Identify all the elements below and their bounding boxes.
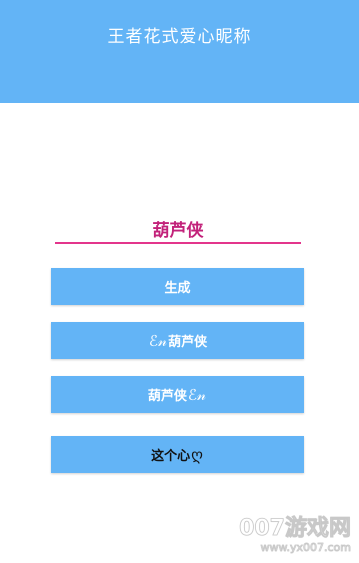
nickname-variant-right-button[interactable]: 葫芦侠 ℰ𝓃	[51, 376, 304, 413]
generate-button[interactable]: 生成	[51, 268, 304, 305]
heart-symbol-button[interactable]: 这个心 ღ	[51, 436, 304, 473]
decoration-left: ℰ𝓃	[148, 331, 168, 350]
watermark: 007游戏网 www.yx007.com	[221, 516, 352, 555]
page-title: 王者花式爱心昵称	[107, 27, 252, 47]
app-screen: 王者花式爱心昵称 生成 ℰ𝓃 葫芦侠 葫芦侠 ℰ𝓃 这个心 ღ 007游戏网 w…	[0, 0, 359, 563]
heart-icon: ღ	[191, 445, 203, 464]
decoration-right: ℰ𝓃	[187, 385, 207, 404]
watermark-url: www.yx007.com	[260, 541, 351, 555]
heart-text: 这个心	[151, 449, 191, 464]
watermark-brand: 007游戏网	[239, 516, 352, 541]
generate-button-label: 生成	[164, 281, 191, 296]
nickname-input[interactable]	[55, 214, 301, 244]
variant-left-text: 葫芦侠	[168, 335, 208, 350]
variant-right-text: 葫芦侠	[147, 389, 187, 404]
app-header: 王者花式爱心昵称	[0, 0, 359, 103]
nickname-input-wrap	[55, 214, 301, 244]
nickname-variant-left-button[interactable]: ℰ𝓃 葫芦侠	[51, 322, 304, 359]
